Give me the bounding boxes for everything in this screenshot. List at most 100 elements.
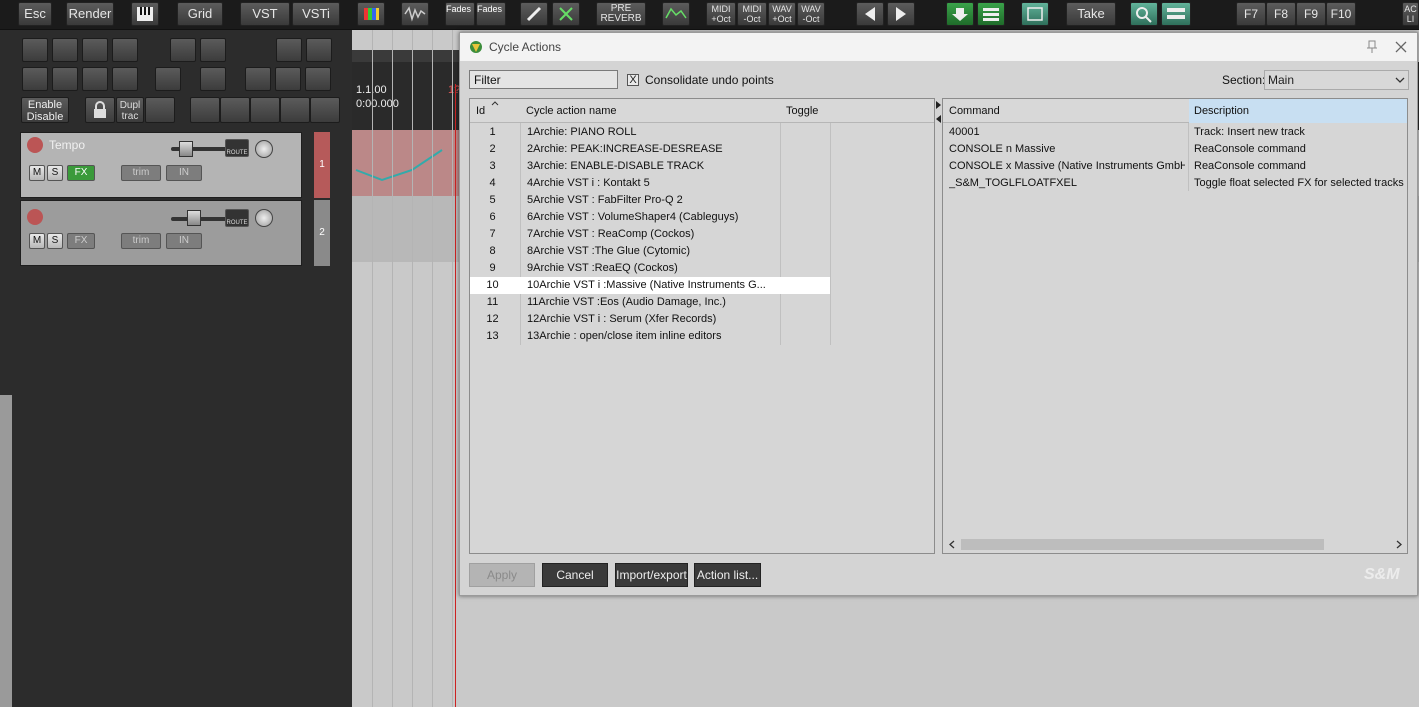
close-icon[interactable] — [1394, 40, 1408, 54]
track-1[interactable]: Tempo ROUTE M S FX trim IN — [20, 132, 302, 198]
action-toggle[interactable] — [781, 277, 830, 294]
table-row[interactable]: CONSOLE x Massive (Native Instruments Gm… — [943, 158, 1407, 175]
action-toggle[interactable] — [781, 294, 830, 311]
wav-octave-up-button[interactable]: WAV +Oct — [768, 2, 796, 26]
list-item[interactable]: 12 12Archie VST i : Serum (Xfer Records) — [470, 311, 934, 328]
fx-button[interactable]: FX — [67, 165, 95, 181]
vsti-button[interactable]: VSTi — [292, 2, 340, 26]
list-item[interactable]: 4 4Archie VST i : Kontakt 5 — [470, 175, 934, 192]
envelope-icon[interactable] — [662, 2, 690, 26]
list-item[interactable]: 1 1Archie: PIANO ROLL — [470, 124, 934, 141]
track-name[interactable] — [49, 204, 159, 222]
f8-button[interactable]: F8 — [1266, 2, 1296, 26]
previous-icon[interactable] — [856, 2, 884, 26]
command-column-header[interactable]: Command — [949, 99, 1000, 123]
ripple-edit-icon[interactable] — [276, 38, 302, 62]
consolidate-undo-checkbox[interactable]: X — [627, 74, 639, 86]
marker-icon[interactable] — [245, 67, 271, 91]
fades-out-button[interactable]: Fades — [476, 2, 506, 26]
envelope-points-icon[interactable] — [22, 67, 48, 91]
list-item[interactable]: 6 6Archie VST : VolumeShaper4 (Cableguys) — [470, 209, 934, 226]
fx-button[interactable]: FX — [67, 233, 95, 249]
lock-icon[interactable] — [85, 97, 115, 123]
envelope-link-icon[interactable] — [112, 67, 138, 91]
new-project-icon[interactable] — [22, 38, 48, 62]
ac-button[interactable]: AC LI — [1402, 2, 1419, 26]
action-list-button[interactable]: Action list... — [694, 563, 761, 587]
pin-icon[interactable] — [1365, 40, 1379, 54]
pre-reverb-button[interactable]: PRE REVERB — [596, 2, 646, 26]
routing-icon[interactable] — [1021, 2, 1049, 26]
section-select[interactable]: Main — [1264, 70, 1409, 90]
mute-button[interactable]: M — [29, 233, 45, 249]
action-toggle[interactable] — [781, 141, 830, 158]
input-button[interactable]: IN — [166, 165, 202, 181]
pan-knob[interactable] — [255, 140, 273, 158]
solo-button[interactable]: S — [47, 165, 63, 181]
grid-snap-icon[interactable] — [306, 38, 332, 62]
toggle-column-header[interactable]: Toggle — [786, 99, 818, 123]
action-toggle[interactable] — [781, 124, 830, 141]
f10-button[interactable]: F10 — [1326, 2, 1356, 26]
list-item[interactable]: 11 11Archie VST :Eos (Audio Damage, Inc.) — [470, 294, 934, 311]
table-row[interactable]: _S&M_TOGLFLOATFXEL Toggle float selected … — [943, 175, 1407, 192]
grid-button[interactable]: Grid — [177, 2, 223, 26]
f9-button[interactable]: F9 — [1296, 2, 1326, 26]
table-row[interactable]: CONSOLE n Massive ReaConsole command — [943, 141, 1407, 158]
loop-icon[interactable] — [310, 97, 340, 123]
enable-disable-button[interactable]: Enable Disable — [21, 97, 69, 123]
action-toggle[interactable] — [781, 260, 830, 277]
marker-delete-icon[interactable] — [275, 67, 301, 91]
action-toggle[interactable] — [781, 175, 830, 192]
automation-icon[interactable] — [27, 137, 43, 153]
mixer-icon[interactable] — [977, 2, 1005, 26]
table-row[interactable]: 40001 Track: Insert new track — [943, 124, 1407, 141]
splitter-handle[interactable] — [936, 101, 941, 123]
list-item[interactable]: 9 9Archie VST :ReaEQ (Cockos) — [470, 260, 934, 277]
list-item[interactable]: 7 7Archie VST : ReaComp (Cockos) — [470, 226, 934, 243]
action-toggle[interactable] — [781, 311, 830, 328]
record-arm-icon[interactable] — [145, 97, 175, 123]
waveform-icon[interactable] — [401, 2, 429, 26]
fades-in-button[interactable]: Fades — [445, 2, 475, 26]
input-button[interactable]: IN — [166, 233, 202, 249]
horizontal-scrollbar[interactable] — [943, 536, 1407, 553]
play-icon[interactable] — [280, 97, 310, 123]
download-icon[interactable] — [946, 2, 974, 26]
scrollbar-thumb[interactable] — [961, 539, 1324, 550]
zoom-icon[interactable] — [1130, 2, 1158, 26]
list-item[interactable]: 10 10Archie VST i :Massive (Native Instru… — [470, 277, 830, 294]
render-button[interactable]: Render — [66, 2, 114, 26]
metronome-icon[interactable] — [200, 67, 226, 91]
route-button[interactable]: ROUTE — [225, 209, 249, 227]
trim-button[interactable]: trim — [121, 233, 161, 249]
track-2[interactable]: ROUTE M S FX trim IN — [20, 200, 302, 266]
take-button[interactable]: Take — [1066, 2, 1116, 26]
pan-knob[interactable] — [255, 209, 273, 227]
action-toggle[interactable] — [781, 243, 830, 260]
f7-button[interactable]: F7 — [1236, 2, 1266, 26]
dialog-titlebar[interactable]: Cycle Actions — [460, 33, 1417, 61]
record-arm-icon[interactable] — [27, 209, 43, 225]
action-toggle[interactable] — [781, 328, 830, 345]
name-column-header[interactable]: Cycle action name — [526, 99, 617, 123]
color-palette-icon[interactable] — [357, 2, 385, 26]
undo-icon[interactable] — [170, 38, 196, 62]
view-tracks-icon[interactable] — [1161, 2, 1191, 26]
midi-octave-up-button[interactable]: MIDI +Oct — [706, 2, 736, 26]
list-item[interactable]: 13 13Archie : open/close item inline edit… — [470, 328, 934, 345]
save-project-icon[interactable] — [82, 38, 108, 62]
item-copy-icon[interactable] — [155, 67, 181, 91]
next-icon[interactable] — [887, 2, 915, 26]
route-button[interactable]: ROUTE — [225, 139, 249, 157]
list-item[interactable]: 5 5Archie VST : FabFilter Pro-Q 2 — [470, 192, 934, 209]
scroll-left-icon[interactable] — [949, 540, 955, 549]
action-toggle[interactable] — [781, 226, 830, 243]
action-toggle[interactable] — [781, 209, 830, 226]
list-item[interactable]: 2 2Archie: PEAK:INCREASE-DESREASE — [470, 141, 934, 158]
stop-icon[interactable] — [220, 97, 250, 123]
mute-button[interactable]: M — [29, 165, 45, 181]
scroll-right-icon[interactable] — [1396, 540, 1402, 549]
id-column-header[interactable]: Id — [476, 99, 485, 123]
pause-icon[interactable] — [250, 97, 280, 123]
